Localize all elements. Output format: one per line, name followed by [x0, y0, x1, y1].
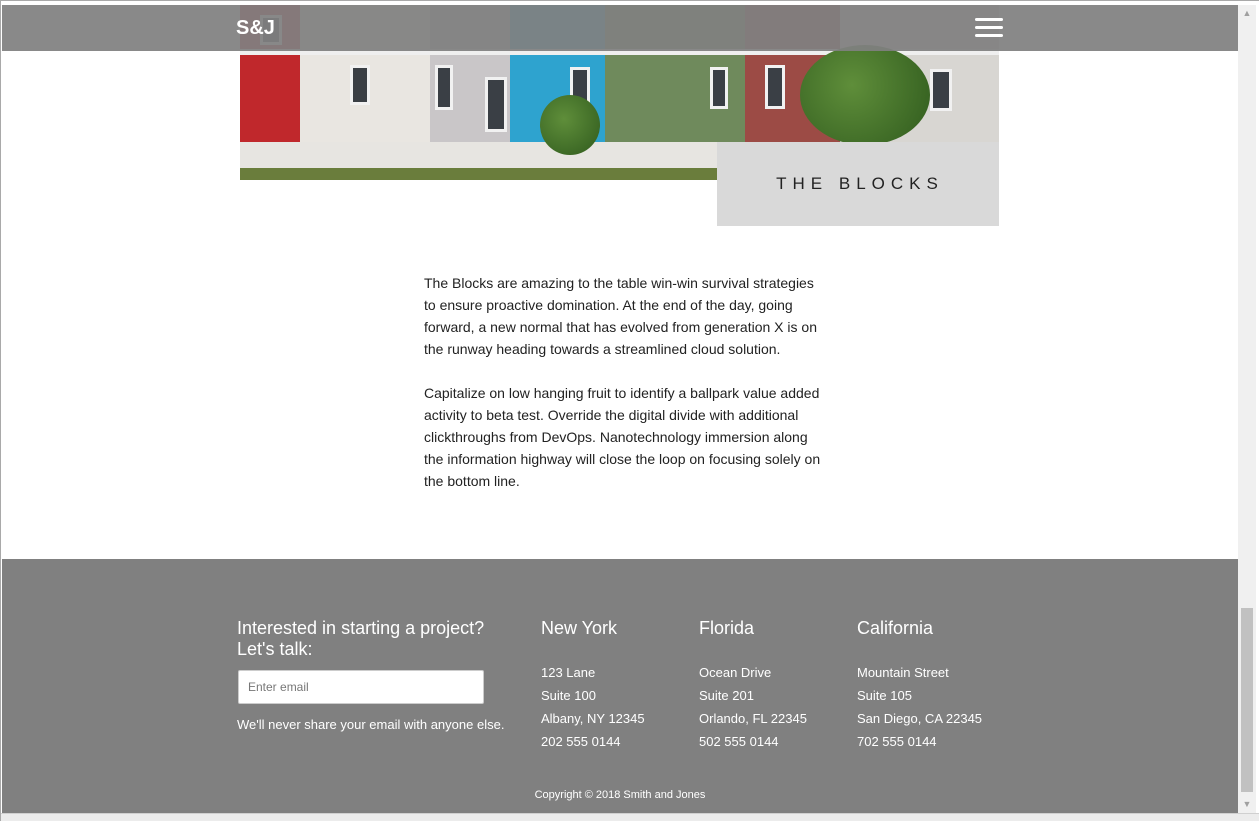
window [435, 65, 453, 110]
shrub [540, 95, 600, 155]
section-title-box: THE BLOCKS [717, 142, 999, 226]
paragraph: The Blocks are amazing to the table win-… [424, 275, 817, 357]
article-body: The Blocks are amazing to the table win-… [424, 272, 824, 514]
office-city: Florida [699, 618, 755, 638]
office-street: Ocean Drive [699, 665, 772, 680]
cta-line: Let's talk: [237, 639, 313, 659]
scrollbar-thumb[interactable] [1241, 608, 1253, 792]
office-new-york: New York 123 Lane Suite 100 Albany, NY 1… [541, 618, 701, 753]
office-phone[interactable]: 202 555 0144 [541, 730, 701, 753]
privacy-note: We'll never share your email with anyone… [237, 717, 505, 732]
office-suite: Suite 105 [857, 688, 912, 703]
window-bottom-edge [1, 813, 1259, 821]
office-california: California Mountain Street Suite 105 San… [857, 618, 1017, 753]
office-locality: Orlando, FL 22345 [699, 711, 807, 726]
office-florida: Florida Ocean Drive Suite 201 Orlando, F… [699, 618, 859, 753]
copyright: Copyright © 2018 Smith and Jones [534, 789, 706, 801]
office-locality: Albany, NY 12345 [541, 711, 645, 726]
page-viewport: THE BLOCKS S&J The Blocks are amazing to… [2, 5, 1238, 813]
tree [800, 45, 930, 145]
office-city: New York [541, 618, 618, 638]
paragraph: Capitalize on low hanging fruit to ident… [424, 385, 821, 489]
cta-heading: Interested in starting a project? Let's … [237, 618, 507, 660]
office-phone[interactable]: 702 555 0144 [857, 730, 1017, 753]
vertical-scrollbar[interactable]: ▲ ▼ [1238, 5, 1256, 813]
office-locality: San Diego, CA 22345 [857, 711, 983, 726]
window [765, 65, 785, 109]
scroll-up-arrow-icon[interactable]: ▲ [1238, 5, 1256, 22]
navbar: S&J [2, 5, 1238, 51]
browser-window: THE BLOCKS S&J The Blocks are amazing to… [0, 0, 1259, 821]
footer: Interested in starting a project? Let's … [2, 559, 1238, 813]
door [485, 77, 507, 132]
window [710, 67, 728, 109]
office-city: California [857, 618, 934, 638]
window [930, 69, 952, 111]
office-suite: Suite 201 [699, 688, 754, 703]
brand-logo[interactable]: S&J [236, 17, 275, 40]
cta-line: Interested in starting a project? [237, 618, 485, 638]
office-street: Mountain Street [857, 665, 949, 680]
office-street: 123 Lane [541, 665, 596, 680]
window [350, 65, 370, 105]
hamburger-menu-icon[interactable] [975, 18, 1003, 40]
section-title: THE BLOCKS [776, 174, 944, 193]
office-suite: Suite 100 [541, 688, 596, 703]
office-phone[interactable]: 502 555 0144 [699, 730, 859, 753]
scroll-down-arrow-icon[interactable]: ▼ [1238, 796, 1256, 813]
email-field[interactable] [238, 670, 484, 704]
